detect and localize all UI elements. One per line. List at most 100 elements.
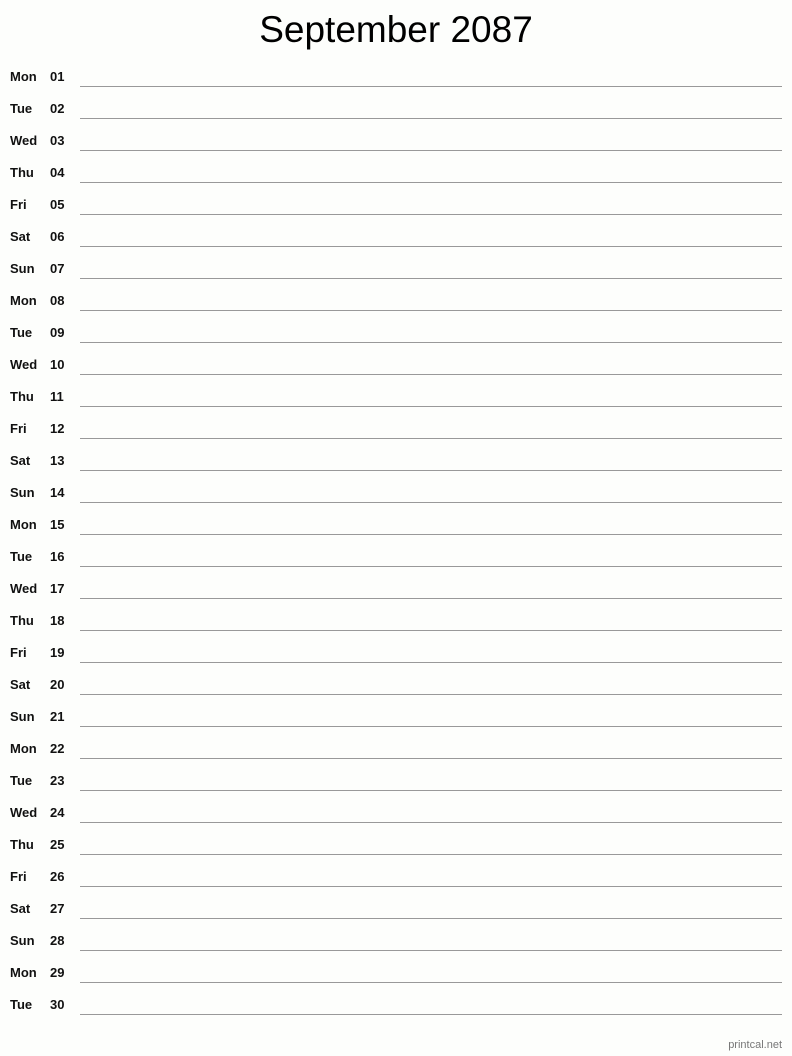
day-row: Thu 04 — [0, 156, 792, 188]
day-row: Thu 18 — [0, 604, 792, 636]
day-of-week: Mon — [10, 741, 37, 756]
writing-line — [80, 374, 782, 375]
day-of-week: Fri — [10, 421, 27, 436]
day-of-week: Tue — [10, 101, 33, 116]
day-of-week: Thu — [10, 837, 34, 852]
day-number: 07 — [50, 261, 65, 276]
day-of-week: Tue — [10, 997, 33, 1012]
day-number: 04 — [50, 165, 65, 180]
day-number: 10 — [50, 357, 65, 372]
writing-line — [80, 918, 782, 919]
day-of-week: Wed — [10, 357, 38, 372]
writing-line — [80, 86, 782, 87]
day-number: 28 — [50, 933, 65, 948]
writing-line — [80, 1014, 782, 1015]
day-row: Tue 02 — [0, 92, 792, 124]
day-number: 25 — [50, 837, 65, 852]
day-number: 16 — [50, 549, 65, 564]
day-of-week: Sun — [10, 933, 35, 948]
day-of-week: Fri — [10, 197, 27, 212]
day-number: 03 — [50, 133, 65, 148]
writing-line — [80, 598, 782, 599]
day-row: Fri 19 — [0, 636, 792, 668]
writing-line — [80, 406, 782, 407]
day-number: 21 — [50, 709, 65, 724]
day-row: Mon 15 — [0, 508, 792, 540]
day-row: Tue 30 — [0, 988, 792, 1020]
writing-line — [80, 438, 782, 439]
day-number: 27 — [50, 901, 65, 916]
day-number: 13 — [50, 453, 65, 468]
day-row: Mon 22 — [0, 732, 792, 764]
day-of-week: Thu — [10, 613, 34, 628]
writing-line — [80, 278, 782, 279]
footer-credit: printcal.net — [728, 1039, 782, 1051]
writing-line — [80, 182, 782, 183]
day-row: Thu 11 — [0, 380, 792, 412]
day-number: 30 — [50, 997, 65, 1012]
day-row: Sun 07 — [0, 252, 792, 284]
day-row: Wed 03 — [0, 124, 792, 156]
day-of-week: Mon — [10, 517, 37, 532]
writing-line — [80, 790, 782, 791]
writing-line — [80, 854, 782, 855]
day-of-week: Mon — [10, 965, 37, 980]
day-number: 14 — [50, 485, 65, 500]
writing-line — [80, 822, 782, 823]
day-number: 12 — [50, 421, 65, 436]
day-number: 05 — [50, 197, 65, 212]
day-list: Mon 01 Tue 02 Wed 03 Thu 04 Fri 05 Sat 06 Sun 07 Mon 08… — [0, 60, 792, 1020]
writing-line — [80, 246, 782, 247]
writing-line — [80, 630, 782, 631]
day-of-week: Wed — [10, 133, 38, 148]
writing-line — [80, 886, 782, 887]
day-row: Mon 01 — [0, 60, 792, 92]
day-row: Mon 29 — [0, 956, 792, 988]
day-number: 15 — [50, 517, 65, 532]
day-number: 11 — [50, 389, 64, 404]
writing-line — [80, 566, 782, 567]
day-number: 08 — [50, 293, 65, 308]
writing-line — [80, 150, 782, 151]
day-number: 01 — [50, 69, 65, 84]
day-row: Sat 27 — [0, 892, 792, 924]
day-number: 23 — [50, 773, 65, 788]
day-of-week: Sat — [10, 901, 31, 916]
day-number: 29 — [50, 965, 65, 980]
day-row: Sun 14 — [0, 476, 792, 508]
day-row: Sun 21 — [0, 700, 792, 732]
day-number: 17 — [50, 581, 65, 596]
day-of-week: Fri — [10, 869, 27, 884]
writing-line — [80, 214, 782, 215]
day-of-week: Thu — [10, 165, 34, 180]
day-of-week: Sun — [10, 709, 35, 724]
day-of-week: Tue — [10, 325, 33, 340]
day-row: Mon 08 — [0, 284, 792, 316]
day-of-week: Wed — [10, 581, 38, 596]
day-row: Sat 13 — [0, 444, 792, 476]
day-row: Sun 28 — [0, 924, 792, 956]
writing-line — [80, 758, 782, 759]
day-of-week: Tue — [10, 549, 33, 564]
day-number: 22 — [50, 741, 65, 756]
day-of-week: Tue — [10, 773, 33, 788]
day-row: Fri 12 — [0, 412, 792, 444]
day-row: Fri 05 — [0, 188, 792, 220]
day-row: Tue 09 — [0, 316, 792, 348]
day-number: 06 — [50, 229, 65, 244]
day-of-week: Mon — [10, 293, 37, 308]
day-row: Sat 20 — [0, 668, 792, 700]
writing-line — [80, 726, 782, 727]
day-of-week: Sun — [10, 261, 35, 276]
day-of-week: Mon — [10, 69, 37, 84]
day-row: Tue 16 — [0, 540, 792, 572]
day-number: 20 — [50, 677, 65, 692]
day-number: 19 — [50, 645, 65, 660]
writing-line — [80, 982, 782, 983]
day-row: Fri 26 — [0, 860, 792, 892]
day-of-week: Sat — [10, 229, 31, 244]
day-number: 02 — [50, 101, 65, 116]
day-row: Thu 25 — [0, 828, 792, 860]
day-of-week: Fri — [10, 645, 27, 660]
day-of-week: Sat — [10, 453, 31, 468]
